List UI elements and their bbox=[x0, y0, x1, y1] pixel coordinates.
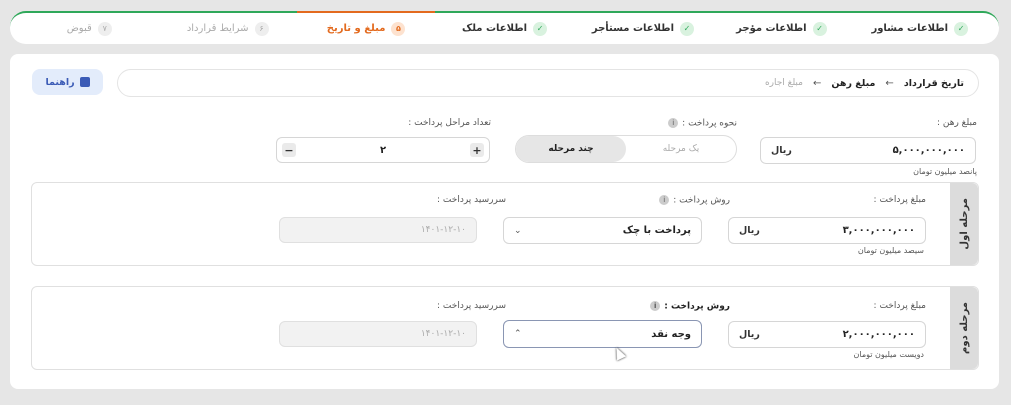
stage-1-amount-value: ۳,۰۰۰,۰۰۰,۰۰۰ bbox=[842, 225, 915, 236]
step-label: شرایط قرارداد bbox=[186, 23, 249, 34]
deposit-value: ۵,۰۰۰,۰۰۰,۰۰۰ bbox=[892, 145, 965, 156]
step-number: ۷ bbox=[97, 21, 112, 36]
deposit-label: مبلغ رهن : bbox=[936, 118, 977, 128]
breadcrumb-item-contract-date[interactable]: تاریخ قرارداد bbox=[904, 78, 964, 89]
step-property-info[interactable]: ✓ اطلاعات ملک bbox=[435, 13, 573, 44]
deposit-hint: پانصد میلیون تومان bbox=[913, 167, 977, 176]
breadcrumb: تاریخ قرارداد ← مبلغ رهن ← مبلغ اجاره bbox=[117, 69, 979, 97]
check-icon: ✓ bbox=[680, 21, 695, 36]
check-icon: ✓ bbox=[533, 21, 548, 36]
stage-2-method-label-text: روش پرداخت : bbox=[664, 301, 730, 312]
step-label: قبوض bbox=[66, 23, 92, 34]
wizard-stepper: ✓ اطلاعات مشاور ✓ اطلاعات مؤجر ✓ اطلاعات… bbox=[10, 11, 999, 44]
step-advisor-info[interactable]: ✓ اطلاعات مشاور bbox=[851, 13, 989, 44]
stage-1-amount-label: مبلغ پرداخت : bbox=[873, 195, 926, 205]
step-label: اطلاعات مستأجر bbox=[591, 23, 675, 34]
currency-unit: ریال bbox=[739, 329, 760, 340]
help-button-label: راهنما bbox=[45, 76, 75, 88]
stage-2-method-value: وجه نقد bbox=[651, 328, 691, 340]
breadcrumb-item-rent[interactable]: مبلغ اجاره bbox=[765, 78, 803, 88]
arrow-left-icon: ← bbox=[885, 77, 894, 89]
step-label: اطلاعات مشاور bbox=[871, 23, 949, 34]
info-icon[interactable]: i bbox=[650, 301, 661, 311]
info-icon[interactable]: i bbox=[659, 195, 670, 205]
stage-2-tab: مرحله دوم bbox=[950, 287, 978, 369]
check-icon: ✓ bbox=[954, 21, 969, 36]
chevron-down-icon: ⌄ bbox=[514, 225, 522, 236]
step-tenant-info[interactable]: ✓ اطلاعات مستأجر bbox=[574, 13, 712, 44]
minus-button[interactable]: − bbox=[282, 143, 296, 157]
stages-count-value: ۲ bbox=[379, 144, 387, 156]
currency-unit: ریال bbox=[771, 145, 792, 156]
step-amount-date[interactable]: ۵ مبلغ و تاریخ bbox=[296, 11, 436, 44]
stages-count-label: تعداد مراحل پرداخت : bbox=[408, 118, 491, 128]
payment-method-toggle[interactable]: یک مرحله چند مرحله bbox=[515, 135, 737, 163]
chevron-up-icon: ⌃ bbox=[514, 329, 522, 339]
stage-2-method-label: روش پرداخت :i bbox=[650, 301, 730, 312]
stage-2-method-select[interactable]: وجه نقد ⌃ bbox=[503, 320, 702, 348]
payment-method-label: نحوه پرداخت :i bbox=[668, 118, 737, 129]
stage-2-due-input[interactable]: ۱۴۰۱-۱۲-۱۰ bbox=[279, 321, 477, 347]
currency-unit: ریال bbox=[739, 225, 760, 236]
stage-2-amount-hint: دویست میلیون تومان bbox=[853, 350, 924, 359]
book-icon bbox=[79, 77, 90, 87]
stage-1-method-label: روش پرداخت :i bbox=[659, 195, 730, 206]
stage-1-panel: مرحله اول مبلغ پرداخت : ۳,۰۰۰,۰۰۰,۰۰۰ ری… bbox=[31, 182, 979, 266]
step-contract-terms[interactable]: ۶ شرایط قرارداد bbox=[158, 13, 296, 44]
stage-2-due-label: سررسید پرداخت : bbox=[437, 301, 506, 311]
step-number: ۶ bbox=[254, 21, 269, 36]
stages-count-stepper[interactable]: − ۲ + bbox=[276, 137, 490, 163]
stage-1-due-label: سررسید پرداخت : bbox=[437, 195, 506, 205]
deposit-input[interactable]: ۵,۰۰۰,۰۰۰,۰۰۰ ریال bbox=[760, 137, 976, 164]
stage-2-amount-label: مبلغ پرداخت : bbox=[873, 301, 926, 311]
help-button[interactable]: راهنما bbox=[32, 69, 103, 95]
stage-2-title: مرحله دوم bbox=[958, 302, 970, 354]
plus-button[interactable]: + bbox=[469, 143, 484, 157]
option-single-stage[interactable]: یک مرحله bbox=[626, 136, 736, 162]
stage-2-amount-value: ۲,۰۰۰,۰۰۰,۰۰۰ bbox=[842, 329, 915, 340]
stage-1-title: مرحله اول bbox=[958, 198, 970, 250]
option-multi-stage[interactable]: چند مرحله bbox=[516, 136, 626, 162]
stage-1-amount-input[interactable]: ۳,۰۰۰,۰۰۰,۰۰۰ ریال bbox=[728, 217, 926, 244]
form-card: راهنما تاریخ قرارداد ← مبلغ رهن ← مبلغ ا… bbox=[10, 54, 999, 389]
step-label: اطلاعات مؤجر bbox=[736, 23, 807, 34]
step-lessor-info[interactable]: ✓ اطلاعات مؤجر bbox=[712, 13, 850, 44]
step-label: اطلاعات ملک bbox=[461, 23, 528, 34]
payment-method-label-text: نحوه پرداخت : bbox=[682, 118, 737, 129]
stage-1-method-select[interactable]: پرداخت با چک ⌄ bbox=[503, 217, 702, 244]
check-icon: ✓ bbox=[812, 21, 827, 36]
step-bills[interactable]: ۷ قبوض bbox=[20, 13, 158, 44]
info-icon[interactable]: i bbox=[668, 118, 679, 128]
stage-2-amount-input[interactable]: ۲,۰۰۰,۰۰۰,۰۰۰ ریال bbox=[728, 321, 926, 348]
stage-2-panel: مرحله دوم مبلغ پرداخت : ۲,۰۰۰,۰۰۰,۰۰۰ ری… bbox=[31, 286, 979, 370]
stage-1-amount-hint: سیصد میلیون تومان bbox=[857, 246, 924, 255]
stage-1-method-label-text: روش پرداخت : bbox=[673, 195, 730, 206]
stage-1-due-input[interactable]: ۱۴۰۱-۱۲-۱۰ bbox=[279, 217, 477, 243]
arrow-left-icon: ← bbox=[812, 77, 822, 89]
step-number: ۵ bbox=[391, 21, 406, 36]
stage-1-method-value: پرداخت با چک bbox=[622, 225, 691, 236]
step-label: مبلغ و تاریخ bbox=[326, 23, 386, 34]
stage-1-tab: مرحله اول bbox=[950, 183, 978, 265]
breadcrumb-item-deposit[interactable]: مبلغ رهن bbox=[831, 78, 875, 89]
